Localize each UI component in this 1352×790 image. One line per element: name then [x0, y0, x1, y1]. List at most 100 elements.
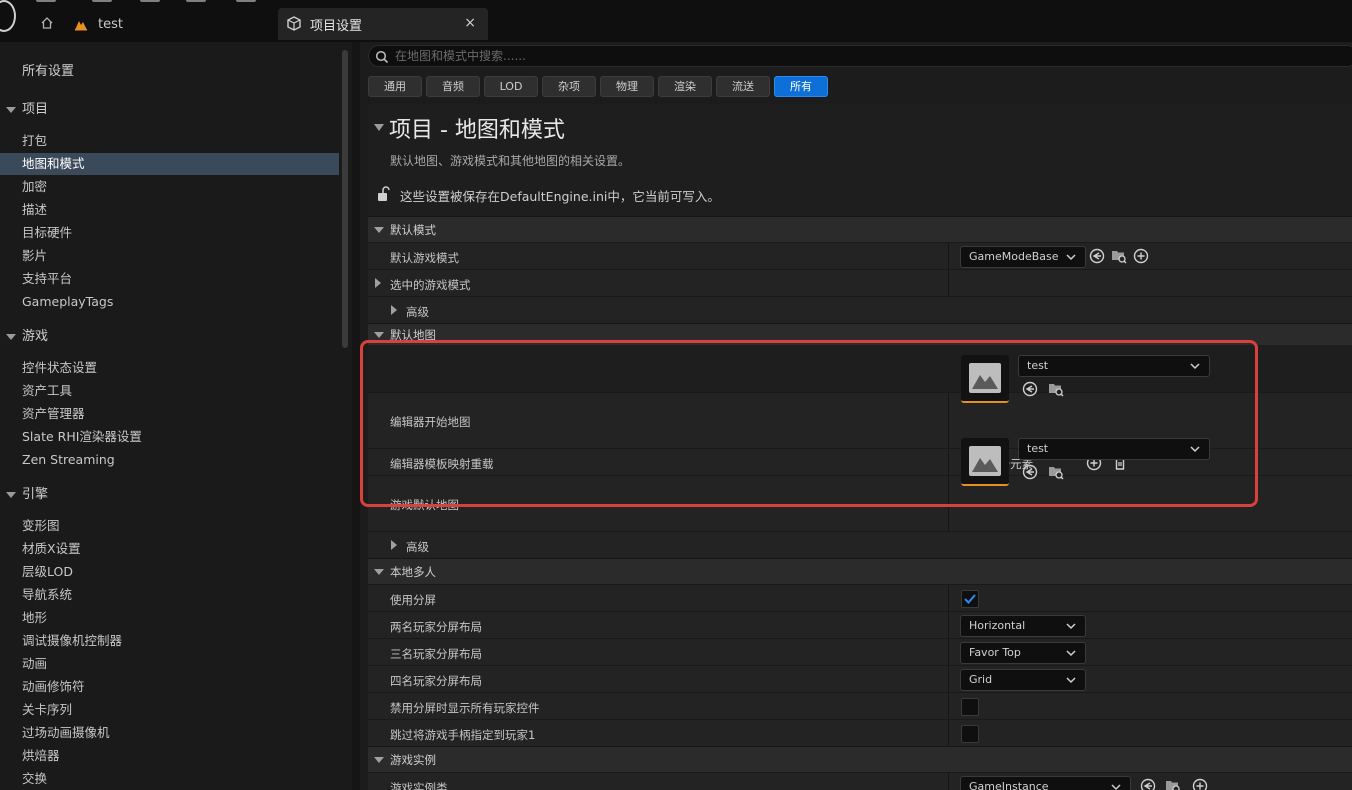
section-game-instance[interactable]: 游戏实例 [368, 746, 1352, 772]
sidebar-item-asset-manager[interactable]: 资产管理器 [0, 403, 339, 425]
section-default-maps[interactable]: 默认地图 [368, 323, 1352, 345]
row-four-player-layout: 四名玩家分屏布局 Grid [368, 665, 1352, 692]
collapse-arrow-icon [374, 332, 384, 338]
row-default-maps-advanced[interactable]: 高级 [368, 531, 1352, 558]
sidebar-item-animation-modifiers[interactable]: 动画修饰符 [0, 676, 339, 698]
config-save-note: 这些设置被保存在DefaultEngine.ini中，它当前可写入。 [400, 189, 720, 204]
editor-startup-map-dropdown[interactable]: test [1018, 355, 1210, 377]
menu-fragment [186, 0, 206, 2]
filter-general[interactable]: 通用 [368, 76, 422, 97]
sidebar-item-gameplay-tags[interactable]: GameplayTags [0, 291, 339, 313]
chevron-down-icon [1190, 446, 1200, 453]
sidebar-item-asset-tools[interactable]: 资产工具 [0, 380, 339, 402]
checkmark-icon [964, 594, 976, 604]
sidebar-all-settings[interactable]: 所有设置 [22, 60, 74, 79]
row-game-default-map: 游戏默认地图 [368, 475, 1352, 531]
filter-physics[interactable]: 物理 [600, 76, 654, 97]
sidebar-scrollbar[interactable] [342, 50, 348, 348]
sidebar-item-supported-platforms[interactable]: 支持平台 [0, 268, 339, 290]
filter-misc[interactable]: 杂项 [542, 76, 596, 97]
browse-to-asset-icon[interactable] [1022, 381, 1038, 397]
default-game-mode-dropdown[interactable]: GameModeBase [960, 246, 1086, 268]
sidebar-item-widget-state[interactable]: 控件状态设置 [0, 357, 339, 379]
unreal-logo-icon[interactable] [0, 0, 16, 32]
find-in-content-browser-icon[interactable] [1165, 778, 1181, 790]
add-new-icon[interactable] [1192, 778, 1208, 790]
row-default-modes-advanced[interactable]: 高级 [368, 296, 1352, 323]
filter-streaming[interactable]: 流送 [716, 76, 770, 97]
sidebar-item-target-hardware[interactable]: 目标硬件 [0, 222, 339, 244]
find-in-content-browser-icon[interactable] [1048, 381, 1064, 397]
filter-lod[interactable]: LOD [484, 76, 538, 97]
collapse-arrow-icon [374, 227, 384, 233]
use-splitscreen-checkbox[interactable] [961, 590, 979, 608]
close-tab-icon[interactable]: × [464, 15, 476, 31]
chevron-down-icon [1066, 623, 1076, 630]
sidebar-item-movies[interactable]: 影片 [0, 245, 339, 267]
sidebar-item-hlod[interactable]: 层级LOD [0, 561, 339, 583]
row-skip-assign-gamepad: 跳过将游戏手柄指定到玩家1 [368, 719, 1352, 746]
chevron-down-icon [1190, 363, 1200, 370]
browse-to-asset-icon[interactable] [1140, 778, 1156, 790]
tab-project-settings[interactable]: 项目设置 × [278, 8, 488, 40]
row-selected-game-mode[interactable]: 选中的游戏模式 [368, 269, 1352, 296]
sidebar-category-engine[interactable]: 引擎 [0, 484, 339, 506]
sidebar-item-maps-and-modes[interactable]: 地图和模式 [0, 153, 339, 175]
sidebar-item-navigation[interactable]: 导航系统 [0, 584, 339, 606]
sidebar-category-project[interactable]: 项目 [0, 99, 339, 121]
expand-arrow-icon [391, 305, 397, 315]
collapse-arrow-icon [374, 757, 384, 763]
sidebar-item-morph-graph[interactable]: 变形图 [0, 515, 339, 537]
collapse-arrow-icon [6, 107, 16, 113]
collapse-arrow-icon [6, 334, 16, 340]
editor-startup-map-thumbnail[interactable] [961, 355, 1009, 403]
sidebar-item-zen-streaming[interactable]: Zen Streaming [0, 449, 339, 471]
tab-test-level[interactable]: test [68, 8, 268, 40]
collapse-arrow-icon[interactable] [374, 124, 384, 131]
add-new-icon[interactable] [1133, 248, 1149, 264]
home-icon[interactable] [40, 16, 54, 30]
two-player-layout-dropdown[interactable]: Horizontal [960, 615, 1086, 637]
search-box[interactable] [368, 45, 1352, 67]
browse-to-asset-icon[interactable] [1022, 464, 1038, 480]
sidebar-item-cooker[interactable]: 烘焙器 [0, 745, 339, 767]
game-default-map-dropdown[interactable]: test [1018, 438, 1210, 460]
game-default-map-thumbnail[interactable] [961, 438, 1009, 486]
find-in-content-browser-icon[interactable] [1048, 464, 1064, 480]
chevron-down-icon [1111, 784, 1121, 790]
filter-all[interactable]: 所有 [774, 76, 828, 97]
sidebar-item-debug-camera[interactable]: 调试摄像机控制器 [0, 630, 339, 652]
collapse-arrow-icon [374, 569, 384, 575]
sidebar-item-level-sequence[interactable]: 关卡序列 [0, 699, 339, 721]
four-player-layout-dropdown[interactable]: Grid [960, 669, 1086, 691]
sidebar-item-interchange[interactable]: 交换 [0, 768, 339, 790]
section-default-modes[interactable]: 默认模式 [368, 216, 1352, 242]
section-local-multiplayer[interactable]: 本地多人 [368, 558, 1352, 584]
three-player-layout-dropdown[interactable]: Favor Top [960, 642, 1086, 664]
disable-all-player-widgets-checkbox[interactable] [961, 698, 979, 716]
game-instance-class-dropdown[interactable]: GameInstance [960, 776, 1131, 790]
chevron-down-icon [1066, 254, 1076, 261]
browse-to-asset-icon[interactable] [1089, 248, 1105, 264]
sidebar-item-encryption[interactable]: 加密 [0, 176, 339, 198]
sidebar-item-packaging[interactable]: 打包 [0, 130, 339, 152]
row-two-player-layout: 两名玩家分屏布局 Horizontal [368, 611, 1352, 638]
skip-assign-gamepad-checkbox[interactable] [961, 725, 979, 743]
row-disable-all-player-widgets: 禁用分屏时显示所有玩家控件 [368, 692, 1352, 719]
sidebar-item-landscape[interactable]: 地形 [0, 607, 339, 629]
chevron-down-icon [1066, 650, 1076, 657]
row-game-instance-class: 游戏实例类 GameInstance [368, 772, 1352, 790]
sidebar-item-cine-camera[interactable]: 过场动画摄像机 [0, 722, 339, 744]
sidebar-item-slate-rhi[interactable]: Slate RHI渲染器设置 [0, 426, 339, 448]
page-title: 项目 - 地图和模式 [389, 118, 565, 143]
menu-fragment [36, 0, 56, 2]
sidebar-item-materialx[interactable]: 材质X设置 [0, 538, 339, 560]
search-input[interactable] [395, 46, 1295, 66]
find-in-content-browser-icon[interactable] [1111, 248, 1127, 264]
sidebar-item-description[interactable]: 描述 [0, 199, 339, 221]
sidebar-item-animation[interactable]: 动画 [0, 653, 339, 675]
filter-audio[interactable]: 音频 [426, 76, 480, 97]
sidebar-category-game[interactable]: 游戏 [0, 326, 339, 348]
filter-rendering[interactable]: 渲染 [658, 76, 712, 97]
level-thumbnail-icon [969, 446, 1001, 476]
